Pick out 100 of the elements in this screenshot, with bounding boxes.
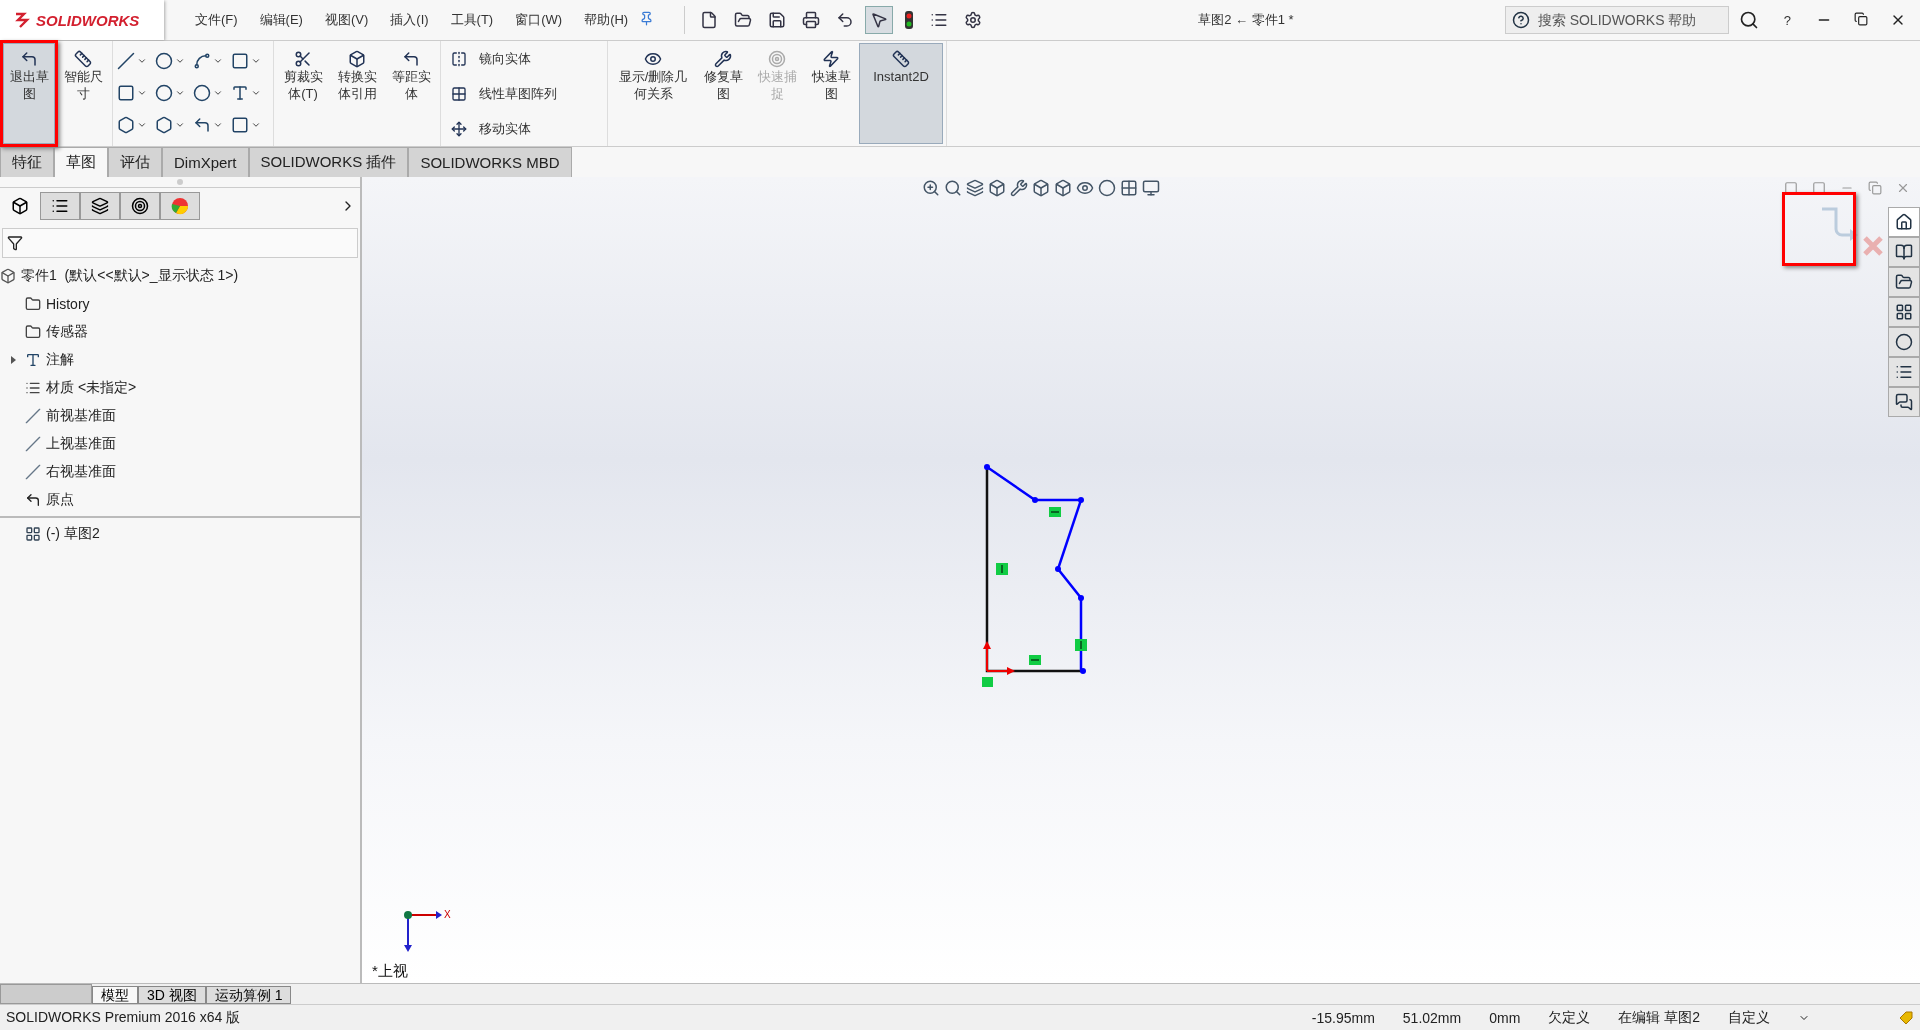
pin-icon[interactable]: [639, 11, 655, 26]
tab[interactable]: SOLIDWORKS 插件: [248, 147, 409, 177]
ribbon-button[interactable]: 线性草图阵列: [449, 82, 599, 105]
scissors-icon: [294, 50, 312, 68]
ribbon-button[interactable]: 修复草图: [697, 43, 749, 144]
editing-status: 在编辑 草图2: [1618, 1008, 1700, 1027]
task-pane-button[interactable]: [1888, 297, 1920, 327]
task-pane-button[interactable]: [1888, 267, 1920, 297]
search-field[interactable]: 搜索 SOLIDWORKS 帮助: [1504, 6, 1729, 34]
tree-item[interactable]: 前视基准面: [46, 407, 116, 425]
tree-item[interactable]: 传感器: [46, 323, 88, 341]
lightning-icon: [822, 50, 840, 68]
zoom-area-icon[interactable]: [944, 179, 962, 197]
caret-icon[interactable]: [137, 56, 147, 66]
menu-item[interactable]: 窗口(W): [504, 11, 574, 29]
caret-icon[interactable]: [213, 88, 223, 98]
ribbon-button[interactable]: 等距实体: [385, 43, 437, 144]
eye-icon: [644, 50, 662, 68]
menu-item[interactable]: 插入(I): [379, 11, 440, 29]
caret-icon[interactable]: [137, 120, 147, 130]
layers-icon: [91, 197, 109, 215]
axis-label: X: [444, 909, 451, 920]
menu-item[interactable]: 帮助(H): [573, 11, 640, 29]
dimension-icon: [74, 50, 92, 68]
ribbon-button[interactable]: 智能尺寸: [57, 43, 109, 144]
axis-triad-icon: [402, 909, 444, 953]
property-tab[interactable]: [40, 192, 80, 220]
eye-icon[interactable]: [1076, 179, 1094, 197]
monitor-icon[interactable]: [1142, 179, 1160, 197]
book-icon: [1895, 243, 1913, 261]
task-pane-button[interactable]: [1888, 387, 1920, 417]
wrench-icon: [714, 50, 732, 68]
task-pane-button[interactable]: [1888, 207, 1920, 237]
expand-arrow-icon[interactable]: [9, 356, 17, 364]
caret-icon[interactable]: [175, 56, 185, 66]
tree-item[interactable]: 原点: [46, 491, 74, 509]
caret-icon[interactable]: [175, 120, 185, 130]
dimxpert-tab[interactable]: [120, 192, 160, 220]
tab[interactable]: 模型: [92, 986, 138, 1004]
tag-icon[interactable]: [1898, 1009, 1914, 1026]
scene-icon[interactable]: [1120, 179, 1138, 197]
tab[interactable]: 评估: [108, 147, 162, 177]
tree-item[interactable]: 上视基准面: [46, 435, 116, 453]
ribbon-button[interactable]: Instant2D: [859, 43, 943, 144]
home-icon: [1895, 213, 1913, 231]
restore-icon[interactable]: [1854, 12, 1868, 26]
zoom-fit-icon[interactable]: [922, 179, 940, 197]
grid-icon: [451, 85, 467, 102]
tree-item[interactable]: 注解: [46, 351, 74, 369]
ribbon-button[interactable]: 快速草图: [805, 43, 857, 144]
tree-item[interactable]: 右视基准面: [46, 463, 116, 481]
units-menu[interactable]: 自定义: [1728, 1008, 1770, 1027]
caret-icon[interactable]: [213, 120, 223, 130]
tree-item[interactable]: 材质 <未指定>: [46, 379, 137, 397]
menu-item[interactable]: 视图(V): [313, 11, 380, 29]
caret-icon[interactable]: [213, 56, 223, 66]
task-pane-button[interactable]: [1888, 237, 1920, 267]
spline-icon[interactable]: [193, 52, 211, 70]
caret-icon[interactable]: [251, 88, 261, 98]
tab[interactable]: DimXpert: [162, 147, 249, 177]
task-pane-button[interactable]: [1888, 327, 1920, 357]
filter-field[interactable]: [2, 228, 358, 258]
coordinate-text: 51.02mm: [1402, 1009, 1462, 1026]
menu-item[interactable]: 文件(F): [184, 11, 249, 29]
caret-icon[interactable]: [251, 56, 261, 66]
ribbon-button[interactable]: 显示/删除几何关系: [611, 43, 695, 144]
panel-right-icon[interactable]: [1812, 181, 1826, 195]
task-pane-button[interactable]: [1888, 357, 1920, 387]
caret-icon[interactable]: [251, 120, 261, 130]
tab[interactable]: 草图: [54, 147, 108, 177]
tab[interactable]: 特征: [0, 147, 54, 177]
text-icon[interactable]: [231, 84, 249, 102]
ribbon-button[interactable]: 移动实体: [449, 117, 599, 140]
caret-icon[interactable]: [175, 88, 185, 98]
line-icon[interactable]: [117, 52, 135, 70]
ribbon-button[interactable]: 退出草图: [3, 43, 55, 144]
panel-left-icon[interactable]: [1784, 181, 1798, 195]
ribbon-button[interactable]: 剪裁实体(T): [277, 43, 329, 144]
caret-icon[interactable]: [137, 88, 147, 98]
select-pointer-icon[interactable]: [865, 6, 894, 34]
tree-item[interactable]: 零件1 (默认<<默认>_显示状态 1>): [21, 267, 239, 285]
tree-item[interactable]: (-) 草图2: [46, 525, 100, 543]
help-menu[interactable]: ?: [1772, 12, 1802, 28]
ribbon-button[interactable]: 转换实体引用: [331, 43, 383, 144]
tree-item[interactable]: History: [46, 296, 90, 312]
tab[interactable]: 3D 视图: [138, 986, 206, 1004]
tab[interactable]: SOLIDWORKS MBD: [408, 147, 572, 177]
polygon-icon[interactable]: [155, 116, 173, 134]
ribbon-button[interactable]: 镜向实体: [449, 47, 599, 70]
rectangle-icon[interactable]: [231, 52, 249, 70]
circle-icon[interactable]: [155, 52, 173, 70]
search-icon[interactable]: [1738, 10, 1759, 30]
layout-icon: [1895, 303, 1913, 321]
tab[interactable]: 运动算例 1: [205, 986, 292, 1004]
chat-icon: [1895, 393, 1913, 411]
grip-dot[interactable]: [177, 179, 183, 185]
config-tab[interactable]: [80, 192, 120, 220]
rectangle-icon[interactable]: [117, 84, 135, 102]
menu-item[interactable]: 编辑(E): [248, 11, 314, 29]
menu-item[interactable]: 工具(T): [439, 11, 505, 29]
